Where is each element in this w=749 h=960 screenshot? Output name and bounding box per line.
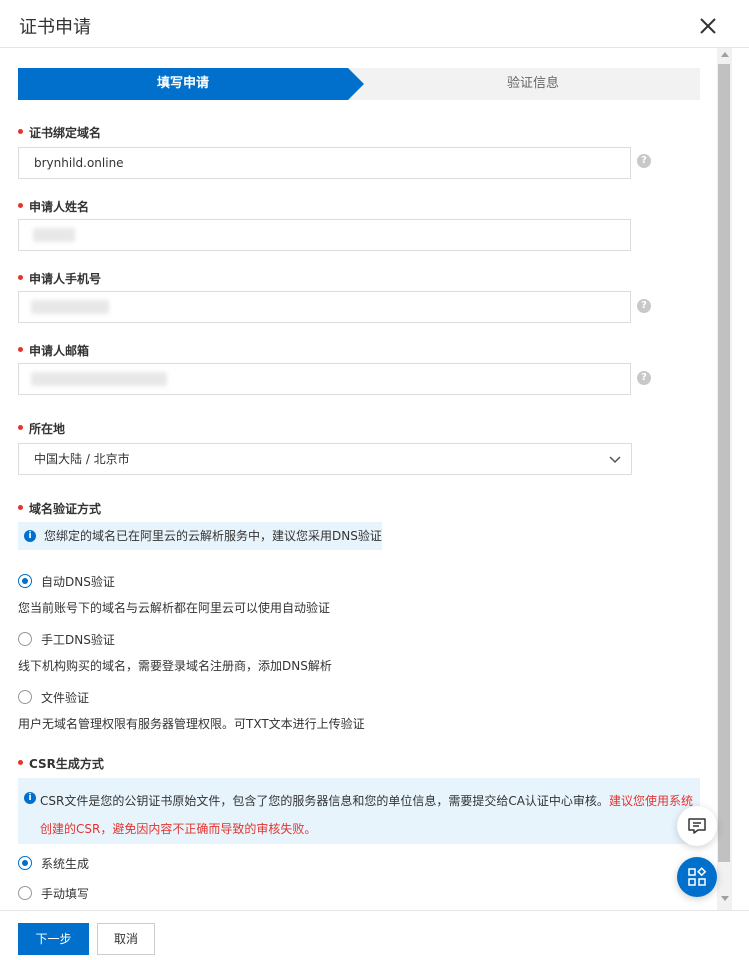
radio-label: 自动DNS验证 <box>41 575 115 589</box>
radio-manual-dns[interactable] <box>18 632 32 646</box>
help-icon[interactable]: ? <box>637 371 651 385</box>
scroll-up-arrow[interactable] <box>721 52 729 57</box>
radio-manual-fill[interactable] <box>18 886 32 900</box>
apps-grid-icon <box>688 867 707 886</box>
scrollbar-thumb[interactable] <box>718 64 730 862</box>
location-select[interactable]: 中国大陆 / 北京市 <box>18 443 632 475</box>
radio-label: 文件验证 <box>41 691 90 705</box>
radio-label: 系统生成 <box>41 857 90 871</box>
radio-label: 手动填写 <box>41 887 90 901</box>
radio-system-generate[interactable] <box>18 856 32 870</box>
close-icon[interactable] <box>698 16 718 36</box>
domain-label: 证书绑定域名 <box>18 124 101 141</box>
option-description: 线下机构购买的域名，需要登录域名注册商，添加DNS解析 <box>18 659 332 673</box>
required-dot <box>18 203 23 208</box>
chat-button[interactable] <box>677 806 717 846</box>
redacted-value <box>31 300 109 314</box>
required-dot <box>18 347 23 352</box>
radio-label: 手工DNS验证 <box>41 633 115 647</box>
name-label: 申请人姓名 <box>18 198 89 215</box>
info-icon: i <box>24 792 36 804</box>
help-icon[interactable]: ? <box>637 299 651 313</box>
domain-input[interactable]: brynhild.online <box>18 147 631 179</box>
cancel-button[interactable]: 取消 <box>97 923 155 955</box>
phone-label: 申请人手机号 <box>18 270 101 287</box>
required-dot <box>18 129 23 134</box>
option-description: 您当前账号下的域名与云解析都在阿里云可以使用自动验证 <box>18 601 331 615</box>
radio-file-verify[interactable] <box>18 690 32 704</box>
required-dot <box>18 760 23 765</box>
dialog-footer: 下一步 取消 <box>0 910 749 960</box>
csr-info-banner: i CSR文件是您的公钥证书原始文件，包含了您的服务器信息和您的单位信息，需要提… <box>18 778 700 844</box>
redacted-value <box>31 372 167 386</box>
name-input[interactable] <box>18 219 631 251</box>
email-input[interactable] <box>18 363 631 395</box>
chat-icon <box>688 818 706 834</box>
radio-auto-dns[interactable] <box>18 574 32 588</box>
csr-method-label: CSR生成方式 <box>18 755 104 772</box>
email-label: 申请人邮箱 <box>18 342 89 359</box>
step-indicator: 填写申请 验证信息 <box>18 68 700 100</box>
required-dot <box>18 275 23 280</box>
required-dot <box>18 425 23 430</box>
dialog-body: 填写申请 验证信息 证书绑定域名 brynhild.online ? 申请人姓名… <box>0 48 717 910</box>
verify-method-label: 域名验证方式 <box>18 500 101 517</box>
scroll-down-arrow[interactable] <box>721 896 729 901</box>
next-step-button[interactable]: 下一步 <box>18 923 89 955</box>
info-icon: i <box>24 530 36 542</box>
help-icon[interactable]: ? <box>637 154 651 168</box>
location-label: 所在地 <box>18 420 65 437</box>
step-verify-info: 验证信息 <box>506 76 559 91</box>
apps-button[interactable] <box>677 857 717 897</box>
verify-info-banner: i 您绑定的域名已在阿里云的云解析服务中，建议您采用DNS验证 <box>18 522 382 550</box>
required-dot <box>18 505 23 510</box>
dialog-header: 证书申请 <box>0 0 749 48</box>
redacted-value <box>33 228 75 242</box>
step-label: 填写申请 <box>156 76 209 91</box>
phone-input[interactable] <box>18 291 631 323</box>
dialog-title: 证书申请 <box>19 17 91 38</box>
chevron-down-icon <box>609 456 621 464</box>
step-fill-application: 填写申请 <box>18 68 366 100</box>
option-description: 用户无域名管理权限有服务器管理权限。可TXT文本进行上传验证 <box>18 717 365 731</box>
